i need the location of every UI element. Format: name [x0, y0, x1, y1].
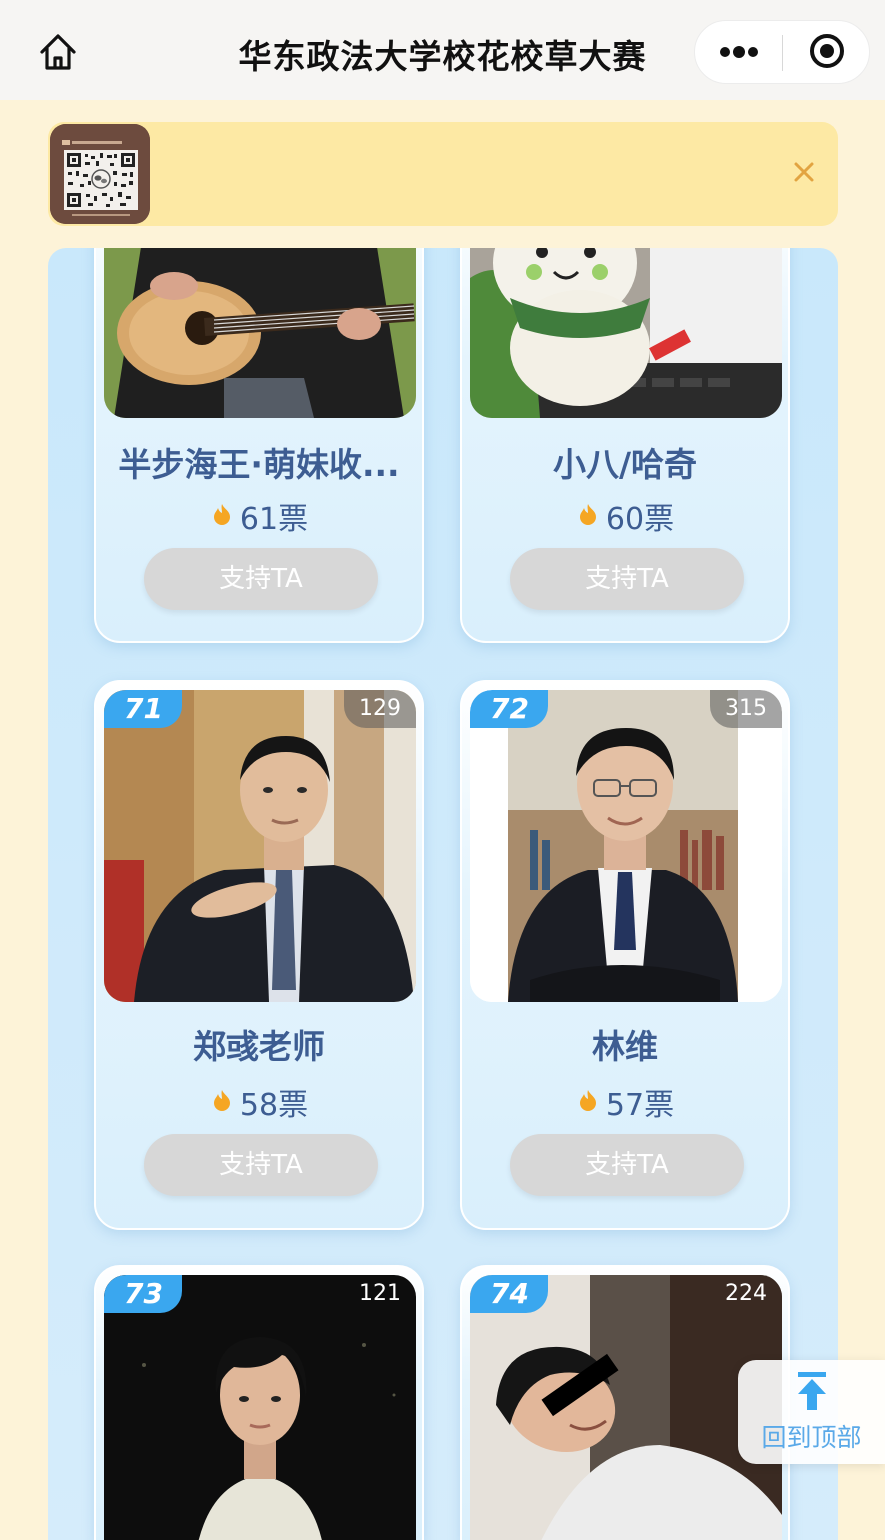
vote-count: 60票	[462, 494, 788, 538]
support-button[interactable]: 支持TA	[144, 548, 378, 610]
rank-badge: 72	[470, 690, 548, 728]
candidate-photo[interactable]	[470, 248, 782, 418]
rank-badge: 74	[470, 1275, 548, 1313]
support-button[interactable]: 支持TA	[510, 548, 744, 610]
vote-count-text: 61票	[239, 502, 309, 537]
more-dots-icon	[717, 44, 761, 63]
flame-icon	[576, 1085, 600, 1120]
support-button[interactable]: 支持TA	[510, 1134, 744, 1196]
flame-icon	[576, 499, 600, 534]
view-count: 129	[344, 690, 416, 728]
more-button[interactable]	[695, 21, 782, 85]
rank-badge: 73	[104, 1275, 182, 1313]
notice-banner	[48, 122, 838, 226]
view-count: 224	[725, 1281, 767, 1306]
candidate-name: 小八/哈奇	[552, 445, 698, 484]
qr-code-image[interactable]	[50, 124, 150, 224]
vote-count-text: 57票	[605, 1088, 675, 1123]
close-icon	[793, 161, 815, 187]
candidate-card[interactable]: 71 129 郑彧老师 58票 支持TA	[94, 680, 424, 1230]
target-circle-icon	[807, 31, 847, 75]
candidate-photo[interactable]: 71 129	[104, 690, 416, 1002]
candidate-name: 半步海王·萌妹收...	[118, 445, 400, 484]
candidate-card[interactable]: 小八/哈奇 60票 支持TA	[460, 248, 790, 643]
close-banner-button[interactable]	[784, 154, 824, 194]
candidate-card[interactable]: 72 315 林维 57票 支持TA	[460, 680, 790, 1230]
candidate-list-panel: 半步海王·萌妹收... 61票 支持TA 小八/哈奇 60票 支持TA 71 1…	[48, 248, 838, 1540]
candidate-name: 郑彧老师	[193, 1027, 325, 1066]
view-count: 121	[359, 1281, 401, 1306]
candidate-photo[interactable]	[104, 248, 416, 418]
support-button[interactable]: 支持TA	[144, 1134, 378, 1196]
rank-badge: 71	[104, 690, 182, 728]
flame-icon	[210, 1085, 234, 1120]
view-count: 315	[710, 690, 782, 728]
title-bar: 华东政法大学校花校草大赛	[0, 0, 885, 100]
vote-count: 61票	[96, 494, 422, 538]
vote-count-text: 60票	[605, 502, 675, 537]
back-to-top-label: 回到顶部	[761, 1423, 862, 1452]
vote-count: 57票	[462, 1080, 788, 1124]
candidate-card[interactable]: 半步海王·萌妹收... 61票 支持TA	[94, 248, 424, 643]
flame-icon	[210, 499, 234, 534]
vote-count-text: 58票	[239, 1088, 309, 1123]
vote-count: 58票	[96, 1080, 422, 1124]
back-to-top-button[interactable]: 回到顶部	[738, 1360, 885, 1464]
exit-mini-program-button[interactable]	[783, 21, 871, 85]
arrow-up-icon	[796, 1372, 828, 1416]
candidate-photo[interactable]: 73 121	[104, 1275, 416, 1540]
mini-program-capsule	[694, 20, 870, 84]
candidate-card[interactable]: 73 121	[94, 1265, 424, 1540]
candidate-photo[interactable]: 74 224	[470, 1275, 782, 1540]
candidate-name: 林维	[592, 1027, 658, 1066]
candidate-photo[interactable]: 72 315	[470, 690, 782, 1002]
